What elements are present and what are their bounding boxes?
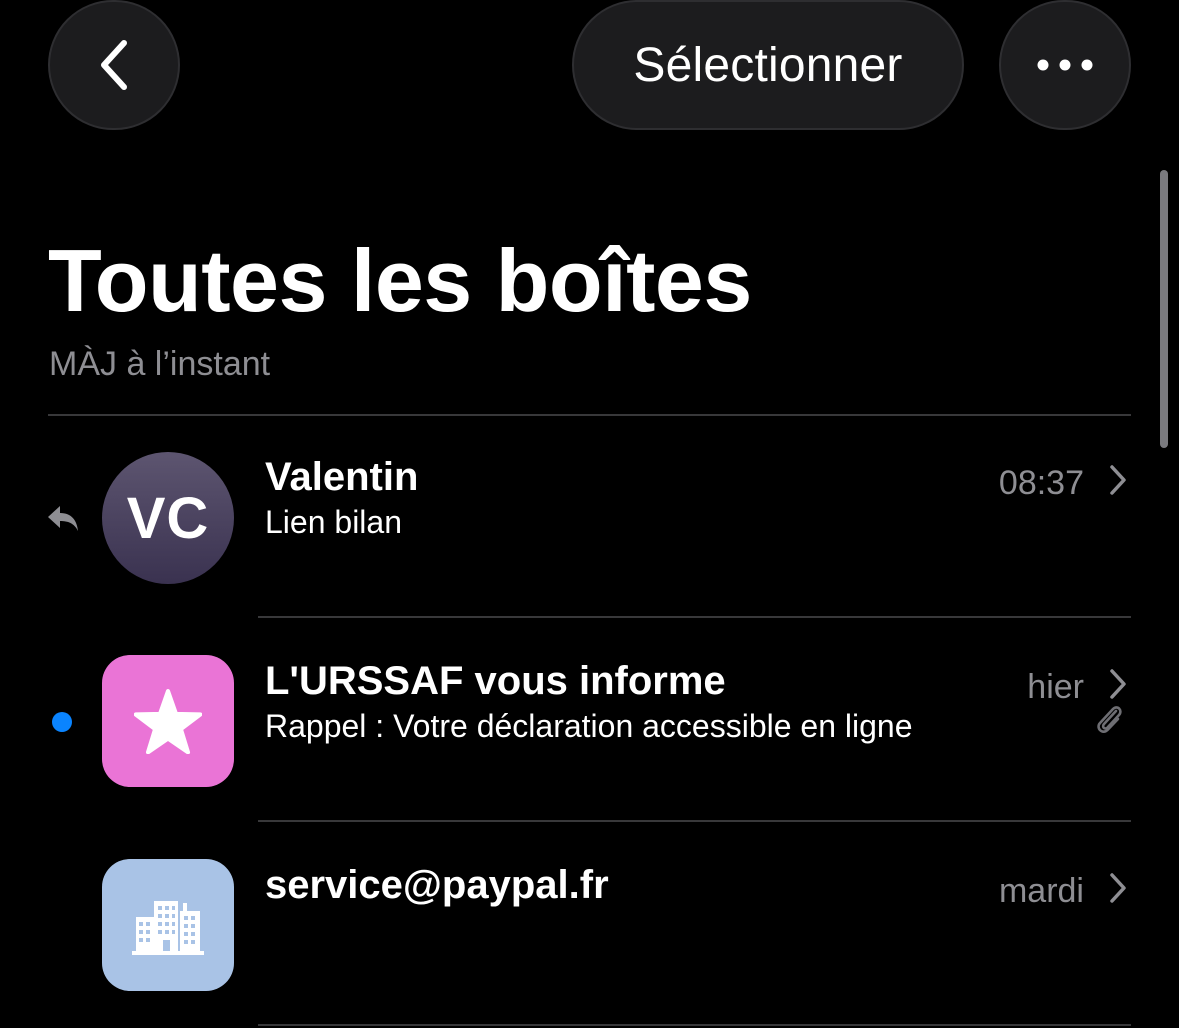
- avatar: [102, 859, 234, 991]
- message-preview: Lien bilan: [265, 504, 402, 540]
- avatar: VC: [102, 452, 234, 584]
- select-button[interactable]: Sélectionner: [572, 0, 964, 130]
- avatar-initials: VC: [126, 485, 210, 551]
- chevron-left-icon: [101, 40, 127, 90]
- message-time: 08:37: [998, 464, 1084, 502]
- message-preview: Rappel : Votre déclaration accessible en…: [265, 708, 913, 744]
- sender-name: service@paypal.fr: [265, 863, 609, 907]
- back-button[interactable]: [48, 0, 180, 130]
- message-time: hier: [1027, 668, 1084, 706]
- ellipsis-icon: [1037, 59, 1093, 71]
- sender-name: L'URSSAF vous informe: [265, 659, 726, 703]
- row-divider: [258, 1024, 1131, 1026]
- chevron-right-icon: [1110, 873, 1126, 903]
- scroll-indicator[interactable]: [1160, 170, 1168, 448]
- more-options-button[interactable]: [999, 0, 1131, 130]
- message-row[interactable]: service@paypal.fr mardi: [0, 822, 1179, 1028]
- message-time: mardi: [998, 872, 1084, 910]
- message-row[interactable]: VC Valentin Lien bilan 08:37: [0, 416, 1179, 618]
- star-icon: [134, 689, 202, 754]
- replied-icon: [48, 506, 78, 531]
- select-button-label: Sélectionner: [633, 38, 903, 92]
- avatar: [102, 655, 234, 787]
- sender-name: Valentin: [265, 455, 419, 499]
- unread-indicator: [52, 712, 72, 732]
- attachment-icon: [1097, 706, 1122, 733]
- building-icon: [132, 901, 204, 955]
- update-status: MÀJ à l’instant: [49, 345, 271, 383]
- message-row[interactable]: L'URSSAF vous informe Rappel : Votre déc…: [0, 618, 1179, 820]
- chevron-right-icon: [1110, 669, 1126, 699]
- page-title: Toutes les boîtes: [48, 231, 752, 330]
- chevron-right-icon: [1110, 465, 1126, 495]
